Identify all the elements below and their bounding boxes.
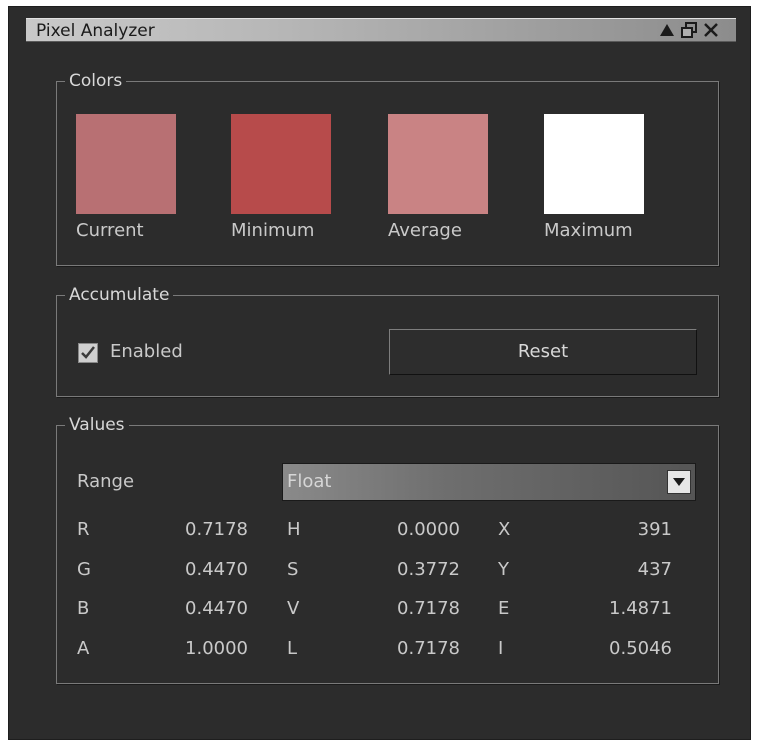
range-dropdown[interactable]: Float (282, 463, 696, 501)
i-value: 0.5046 (609, 638, 672, 659)
a-value: 1.0000 (185, 638, 248, 659)
maximum-color-swatch (544, 114, 644, 214)
enabled-label[interactable]: Enabled (110, 341, 183, 363)
colors-legend: Colors (65, 70, 127, 92)
maximum-label: Maximum (544, 220, 633, 241)
dropdown-arrow-icon[interactable] (667, 470, 691, 494)
v-label: V (287, 598, 300, 619)
e-value: 1.4871 (609, 598, 672, 619)
y-label: Y (498, 559, 509, 580)
e-label: E (498, 598, 510, 619)
s-value: 0.3772 (397, 559, 460, 580)
checkmark-icon (81, 346, 95, 359)
v-value: 0.7178 (397, 598, 460, 619)
b-value: 0.4470 (185, 598, 248, 619)
values-legend: Values (65, 414, 129, 436)
minimum-label: Minimum (231, 220, 315, 241)
restore-window-icon[interactable] (680, 21, 698, 39)
s-label: S (287, 559, 299, 580)
h-value: 0.0000 (397, 519, 460, 540)
b-label: B (77, 598, 90, 619)
accumulate-legend: Accumulate (65, 284, 174, 306)
a-label: A (77, 638, 90, 659)
g-value: 0.4470 (185, 559, 248, 580)
range-label: Range (77, 471, 135, 492)
average-color-swatch (388, 114, 488, 214)
current-label: Current (76, 220, 144, 241)
r-label: R (77, 519, 90, 540)
x-value: 391 (637, 519, 672, 540)
h-label: H (287, 519, 301, 540)
x-label: X (498, 519, 511, 540)
l-value: 0.7178 (397, 638, 460, 659)
range-selected-value: Float (287, 471, 332, 492)
i-label: I (498, 638, 504, 659)
window-title: Pixel Analyzer (36, 21, 155, 41)
title-bar[interactable]: Pixel Analyzer (26, 18, 736, 42)
close-icon[interactable] (702, 21, 720, 39)
y-value: 437 (637, 559, 672, 580)
minimum-color-swatch (231, 114, 331, 214)
l-label: L (287, 638, 298, 659)
enabled-checkbox[interactable] (78, 343, 98, 363)
average-label: Average (388, 220, 462, 241)
pin-triangle-icon[interactable] (658, 21, 676, 39)
reset-button[interactable]: Reset (389, 329, 697, 375)
current-color-swatch (76, 114, 176, 214)
r-value: 0.7178 (185, 519, 248, 540)
g-label: G (77, 559, 91, 580)
